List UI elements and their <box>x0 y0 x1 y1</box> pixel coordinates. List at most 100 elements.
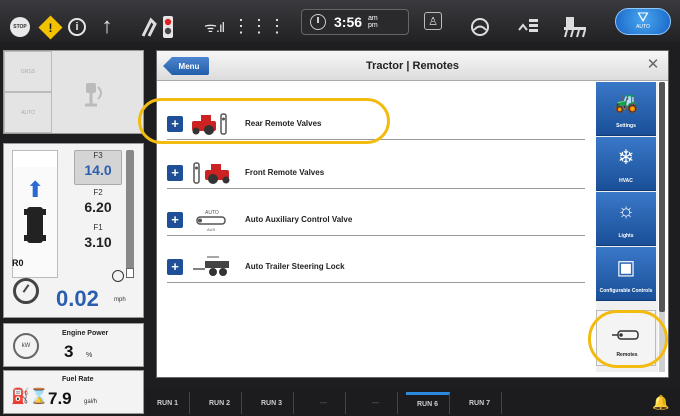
engine-power-value: 3 <box>64 342 74 361</box>
gear-value: 3.10 <box>84 234 112 250</box>
list-item-auto-trailer-steering-lock[interactable]: + Auto Trailer Steering Lock <box>167 253 585 283</box>
run-tab-7[interactable]: RUN 7 <box>458 392 502 414</box>
gear-item[interactable]: F2 6.20 <box>74 185 122 223</box>
dialog-title: Tractor | Remotes <box>366 60 459 72</box>
gear-level-bar <box>126 150 134 278</box>
info-button[interactable]: i <box>64 0 90 42</box>
person-icon[interactable]: ♙ <box>424 12 442 30</box>
expand-plus-icon[interactable]: + <box>167 165 183 181</box>
clock-display[interactable]: 3:56 am pm <box>301 9 409 35</box>
grid-button[interactable]: ⋮⋮⋮ <box>232 0 286 42</box>
range-label: R0 <box>12 258 24 268</box>
trailer-steering-icon <box>193 256 229 276</box>
sidebar-item-settings[interactable]: 🚜 Settings <box>596 82 656 136</box>
close-icon[interactable]: ✕ <box>643 55 663 75</box>
clock-icon <box>310 14 326 30</box>
sidebar-item-label: Lights <box>618 233 634 239</box>
list-item-front-remote-valves[interactable]: + Front Remote Valves <box>167 159 585 189</box>
row-label: Auto Auxiliary Control Valve <box>245 215 353 224</box>
transmission-panel[interactable]: ⬆ R0 F3 14.0 F2 6.20 F1 3.10 0.02 mph <box>3 143 144 318</box>
highlight-ring-remotes <box>588 310 668 368</box>
aux-icon-bottom-text: AUX <box>207 227 216 232</box>
expand-plus-icon[interactable]: + <box>167 212 183 228</box>
aux-icon-top-text: AUTO <box>205 210 219 216</box>
auto-box: AUTO <box>4 92 52 133</box>
sidebar-item-lights[interactable]: ☼ Lights <box>596 192 656 246</box>
guidance-panel[interactable]: GNSS AUTO <box>3 50 144 134</box>
up-arrow-icon: ↑ <box>101 13 113 38</box>
engine-power-label: Engine Power <box>62 330 109 337</box>
signal-indicator: ᯤ.ıl <box>194 0 234 42</box>
list-item-auto-auxiliary-control-valve[interactable]: + AUTO AUX Auto Auxiliary Control Valve <box>167 206 585 236</box>
tractor-settings-icon: 🚜 <box>613 92 639 114</box>
ground-speed-value: 0.02 <box>56 286 99 311</box>
lift-button[interactable] <box>514 0 542 42</box>
auto-steer-button[interactable]: ⛛ AUTO <box>615 8 671 35</box>
warning-icon: ! <box>37 14 63 40</box>
speedometer-icon <box>13 278 39 304</box>
gear-name: F1 <box>93 223 103 232</box>
engine-power-unit: % <box>86 352 93 359</box>
steering-button[interactable] <box>466 0 494 42</box>
warning-button[interactable]: ! <box>36 0 63 42</box>
top-status-bar: STOP ! i ↑ ᯤ.ıl ⋮⋮⋮ 3:56 am pm ♙ ⛛ AUTO <box>0 0 680 42</box>
fuel-pump-icon: ⛽⌛ <box>11 388 49 405</box>
gear-selected[interactable]: F3 14.0 <box>74 150 122 185</box>
sidebar-item-label: Configurable Controls <box>599 288 653 294</box>
run-tab-6[interactable]: RUN 6 <box>406 392 450 414</box>
ground-speed-unit: mph <box>114 297 126 303</box>
stop-button[interactable]: STOP <box>6 0 34 42</box>
sidebar-item-hvac[interactable]: ❄ HVAC <box>596 137 656 191</box>
stop-icon: STOP <box>10 16 30 37</box>
run-tab-5[interactable]: — <box>354 392 398 414</box>
row-label: Auto Trailer Steering Lock <box>245 262 345 271</box>
small-gauge-icon <box>112 270 124 282</box>
gear-list: F3 14.0 F2 6.20 F1 3.10 <box>74 150 122 261</box>
run-tab-1[interactable]: RUN 1 <box>146 392 190 414</box>
gear-name: F2 <box>93 188 103 197</box>
sidebar-item-configurable-controls[interactable]: ▣ Configurable Controls <box>596 247 656 301</box>
engine-power-panel[interactable]: kW Engine Power 3 % <box>3 323 144 367</box>
fuel-rate-panel[interactable]: ⛽⌛ Fuel Rate 7.9 gal/h <box>3 370 144 414</box>
configurable-controls-icon: ▣ <box>616 257 636 279</box>
gear-name: F3 <box>93 151 103 160</box>
highlight-ring-rear-remote <box>138 98 390 144</box>
bell-icon[interactable]: 🔔 <box>652 394 669 411</box>
dialog-header: Tractor | Remotes Menu ✕ <box>157 51 668 81</box>
run-tab-4[interactable]: — <box>302 392 346 414</box>
row-label: Front Remote Valves <box>245 168 325 177</box>
info-icon: i <box>68 18 86 36</box>
run-tab-2[interactable]: RUN 2 <box>198 392 242 414</box>
implement-button[interactable] <box>560 0 590 42</box>
fuel-rate-label: Fuel Rate <box>62 376 94 383</box>
lights-icon: ☼ <box>616 200 636 222</box>
menu-button[interactable]: Menu <box>163 57 209 75</box>
fuel-rate-unit: gal/h <box>84 399 98 405</box>
sidebar-item-label: HVAC <box>619 178 633 184</box>
run-tab-3[interactable]: RUN 3 <box>250 392 294 414</box>
gear-value: 14.0 <box>84 162 112 178</box>
hitch-icon <box>85 83 102 107</box>
grid-icon: ⋮⋮⋮ <box>232 16 286 36</box>
hitch-error-button[interactable] <box>140 0 180 42</box>
lift-icon <box>518 19 538 32</box>
steering-icon <box>471 18 489 36</box>
forward-arrow-icon: ⬆ <box>26 177 45 202</box>
gnss-box: GNSS <box>4 51 52 92</box>
auto-steer-icon: ⛛ <box>637 9 649 25</box>
hvac-icon: ❄ <box>617 147 635 169</box>
clock-ampm: am pm <box>368 15 378 29</box>
hitch-error-icon <box>141 16 173 38</box>
up-arrow-button[interactable]: ↑ <box>94 0 120 42</box>
front-remote-icon <box>193 162 230 184</box>
gear-item[interactable]: F1 3.10 <box>74 223 122 261</box>
expand-plus-icon[interactable]: + <box>167 259 183 275</box>
fuel-rate-value: 7.9 <box>48 389 72 408</box>
signal-icon: ᯤ.ıl <box>204 19 225 35</box>
sidebar-item-label: Settings <box>616 123 636 129</box>
auto-aux-valve-icon: AUTO AUX <box>196 210 226 232</box>
implement-icon <box>564 17 586 38</box>
run-page-bar: RUN 1 RUN 2 RUN 3 — — RUN 6 RUN 7 🔔 <box>146 388 680 416</box>
tractor-topview-icon <box>24 207 46 243</box>
clock-time: 3:56 <box>334 14 363 30</box>
